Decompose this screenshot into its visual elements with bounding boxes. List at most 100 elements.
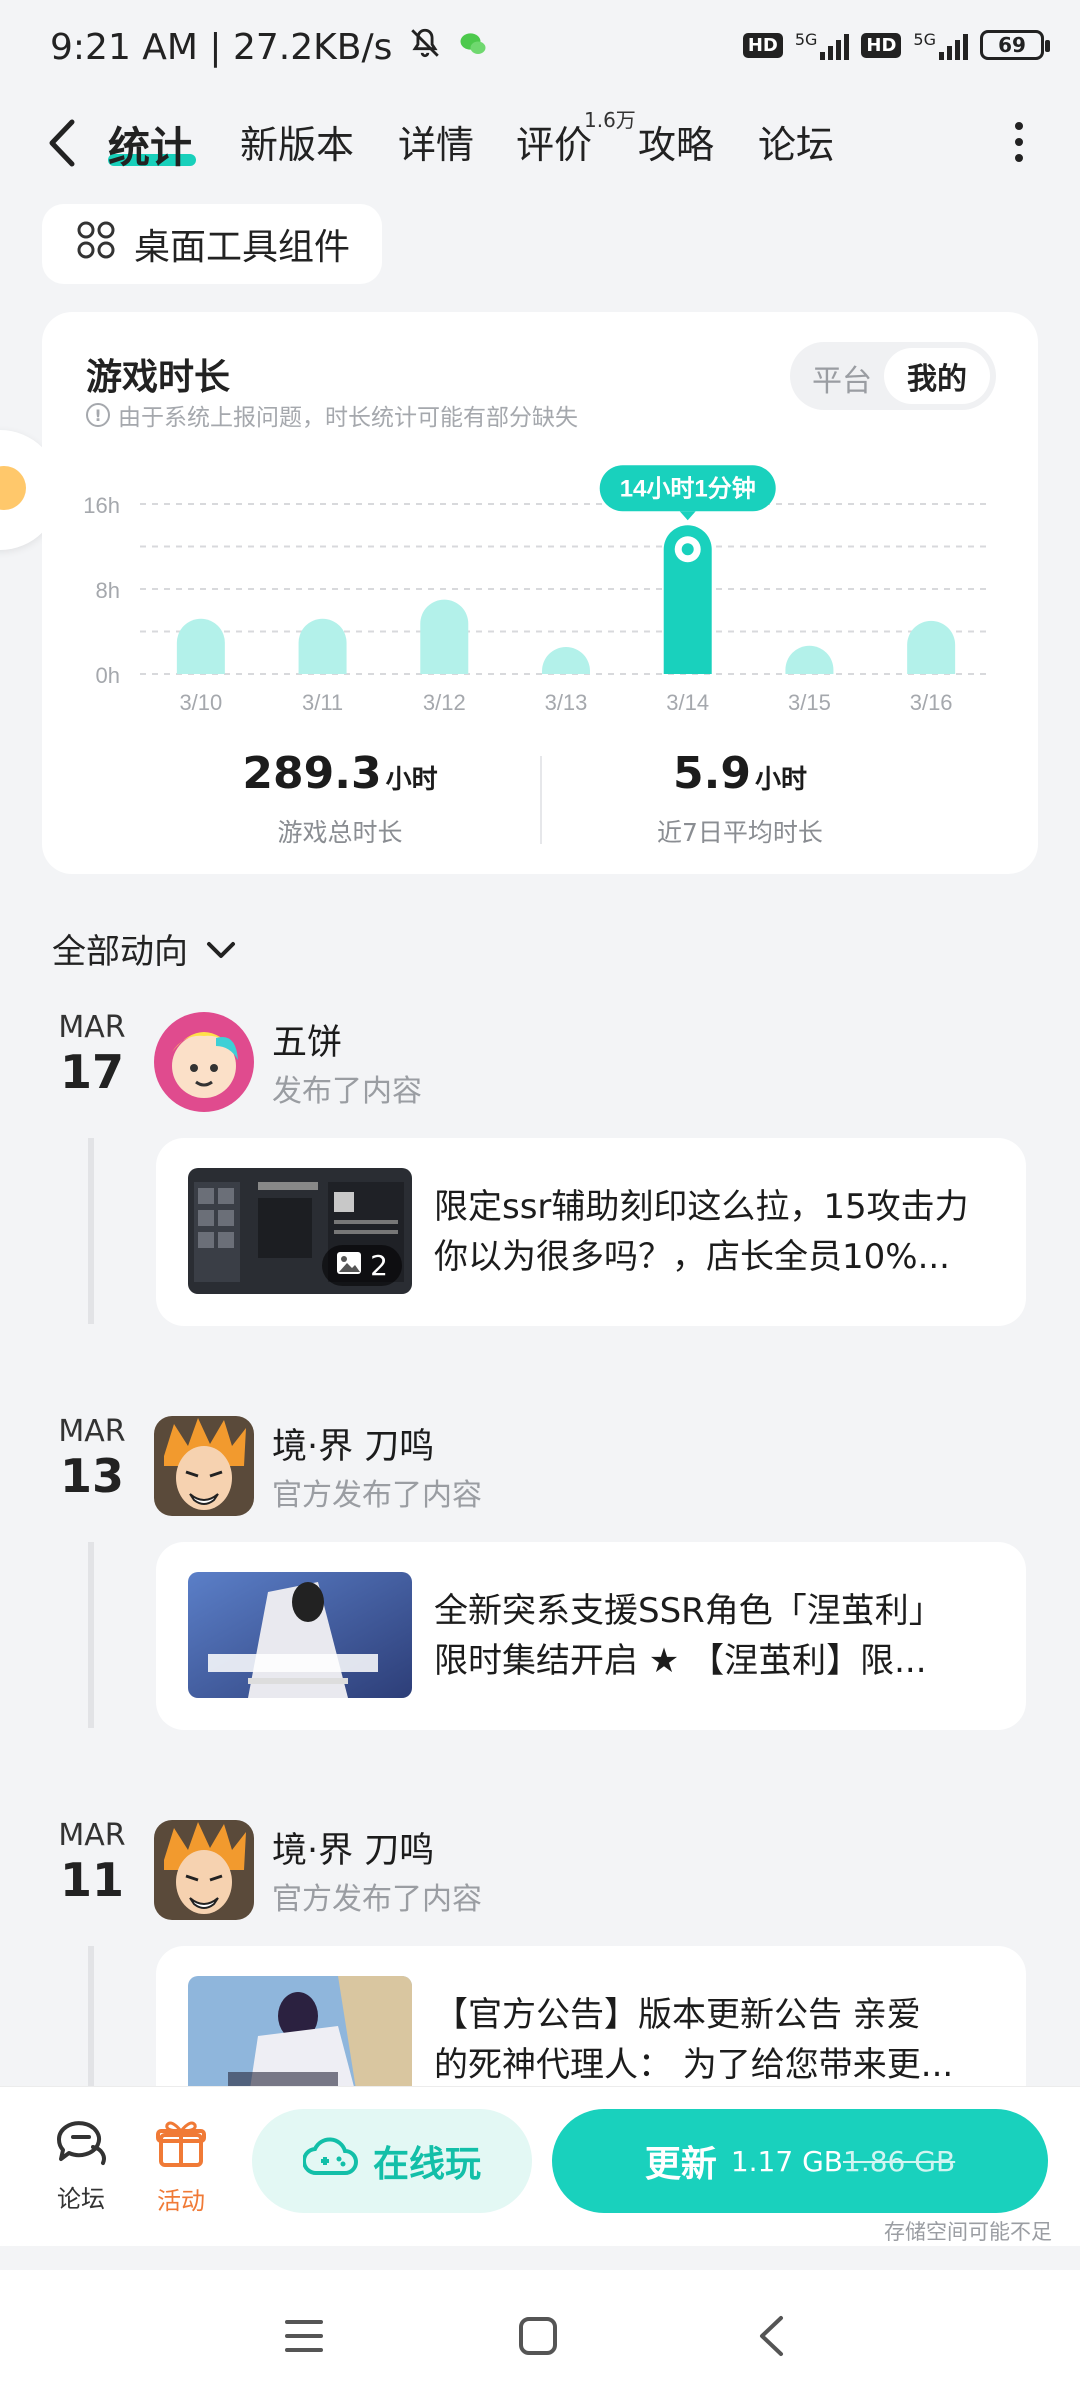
total-playtime: 289.3 小时 游戏总时长 <box>140 748 540 849</box>
feed-date-1: MAR 17 <box>52 1010 132 1099</box>
x-tick-label: 3/14 <box>666 690 709 715</box>
feed-username[interactable]: 五饼 <box>272 1014 342 1065</box>
feed-date-2: MAR 13 <box>52 1414 132 1503</box>
home-icon[interactable] <box>518 2316 558 2360</box>
activity-button[interactable]: 活动 <box>136 2117 226 2216</box>
tab-guides[interactable]: 攻略 <box>638 114 714 169</box>
feed-date-3: MAR 11 <box>52 1818 132 1907</box>
activity-filter-dropdown[interactable]: 全部动向 <box>52 924 236 973</box>
total-playtime-unit: 小时 <box>385 765 438 795</box>
feed-date-month: MAR <box>58 1818 126 1853</box>
recent-apps-icon[interactable] <box>284 2318 324 2358</box>
bar-3-15 <box>785 645 834 674</box>
desktop-widget-label: 桌面工具组件 <box>134 227 351 268</box>
back-icon[interactable] <box>44 118 80 168</box>
x-tick-label: 3/11 <box>302 690 343 715</box>
post-text-line-1: 全新突系支援SSR角色「涅茧利」 <box>434 1591 943 1631</box>
timeline-line <box>88 1946 94 2086</box>
feed-post-card[interactable]: 2 限定ssr辅助刻印这么拉，15攻击力 你以为很多吗？，店长全员10%... <box>156 1138 1026 1326</box>
feed-post-card[interactable]: 全新突系支援SSR角色「涅茧利」 限时集结开启 ★ 【涅茧利】限... <box>156 1542 1026 1730</box>
play-online-button[interactable]: 在线玩 <box>252 2109 532 2213</box>
playtime-note: ! 由于系统上报问题，时长统计可能有部分缺失 <box>86 398 578 432</box>
image-count-badge: 2 <box>322 1245 402 1286</box>
highlight-tooltip-label: 14小时1分钟 <box>620 475 756 502</box>
playtime-bar-chart: 0h 8h 16h 3/10 3/11 3/12 3/13 3/14 14小时1分钟 3/15 3/… <box>83 465 992 715</box>
y-tick-label: 8h <box>96 578 120 603</box>
feed-date-month: MAR <box>58 1010 126 1045</box>
user-avatar-wubing[interactable] <box>154 1012 254 1112</box>
toggle-platform[interactable]: 平台 <box>812 356 872 400</box>
tab-stats[interactable]: 统计 <box>108 114 192 175</box>
feed-action: 官方发布了内容 <box>272 1882 482 1917</box>
tab-new-version[interactable]: 新版本 <box>240 114 354 169</box>
cloud-gamepad-icon <box>301 2137 359 2186</box>
forum-button[interactable]: 论坛 <box>36 2117 126 2214</box>
post-text-line-1: 【官方公告】版本更新公告 亲爱 <box>434 1995 921 2035</box>
update-label: 更新 <box>644 2144 717 2185</box>
feed-date-day: 11 <box>59 1853 124 1907</box>
tab-forum[interactable]: 论坛 <box>758 114 834 169</box>
avg-playtime-value: 5.9 <box>673 748 751 799</box>
feed-date-month: MAR <box>58 1414 126 1449</box>
update-button[interactable]: 更新 1.17 GB 1.86 GB <box>552 2109 1048 2213</box>
desktop-widget-button[interactable]: 桌面工具组件 <box>42 204 382 284</box>
signal-1-icon: 5G <box>795 30 850 60</box>
y-tick-label: 0h <box>96 663 120 688</box>
tab-reviews[interactable]: 评价 <box>516 114 592 169</box>
battery-icon: 69 <box>980 30 1050 60</box>
update-new-size: 1.17 GB <box>730 2144 843 2178</box>
mute-bell-icon <box>408 26 442 69</box>
highlight-tooltip-pointer <box>679 511 696 521</box>
tab-details[interactable]: 详情 <box>398 114 474 169</box>
playtime-title: 游戏时长 <box>86 357 231 398</box>
timeline-line <box>88 1542 94 1728</box>
forum-chat-icon <box>53 2121 109 2173</box>
toggle-mine[interactable]: 我的 <box>884 348 990 404</box>
play-online-label: 在线玩 <box>372 2144 481 2185</box>
x-tick-label: 3/12 <box>423 690 466 715</box>
post-text-line-2: 限时集结开启 ★ 【涅茧利】限... <box>434 1641 927 1681</box>
post-text: 【官方公告】版本更新公告 亲爱 的死神代理人： 为了给您带来更... <box>434 1990 1004 2090</box>
feed-username[interactable]: 境·界 刀鸣 <box>272 1822 434 1873</box>
official-avatar[interactable] <box>154 1820 254 1920</box>
post-text: 全新突系支援SSR角色「涅茧利」 限时集结开启 ★ 【涅茧利】限... <box>434 1586 1004 1686</box>
image-count: 2 <box>370 1249 388 1282</box>
bar-3-10 <box>176 618 225 674</box>
feed-date-day: 13 <box>59 1449 124 1503</box>
status-bar: 9:21 AM | 27.2KB/s HD 5G HD 5G 69 <box>0 0 1080 96</box>
official-avatar[interactable] <box>154 1416 254 1516</box>
chevron-down-icon <box>206 929 236 969</box>
post-text: 限定ssr辅助刻印这么拉，15攻击力 你以为很多吗？，店长全员10%... <box>434 1182 1004 1282</box>
bar-3-11 <box>298 618 347 674</box>
source-toggle[interactable]: 平台 我的 <box>790 342 996 410</box>
system-navigation-bar <box>0 2270 1080 2400</box>
signal-2-icon: 5G <box>913 30 968 60</box>
timeline-line <box>88 1138 94 1324</box>
post-thumbnail: 2 <box>188 1168 412 1294</box>
activity-label: 活动 <box>157 2187 205 2215</box>
hd-icon-2: HD <box>861 32 902 58</box>
playtime-note-text: 由于系统上报问题，时长统计可能有部分缺失 <box>118 405 578 431</box>
storage-warning: 存储空间可能不足 <box>884 2220 1052 2244</box>
forum-label: 论坛 <box>57 2185 105 2213</box>
post-text-line-2: 你以为很多吗？，店长全员10%... <box>434 1237 950 1277</box>
playtime-card: 游戏时长 ! 由于系统上报问题，时长统计可能有部分缺失 平台 我的 0h 8h 16… <box>42 312 1038 874</box>
feed-action: 官方发布了内容 <box>272 1478 482 1513</box>
avg-playtime: 5.9 小时 近7日平均时长 <box>540 748 940 849</box>
feed-username[interactable]: 境·界 刀鸣 <box>272 1418 434 1469</box>
y-tick-label: 16h <box>83 493 120 518</box>
image-icon <box>336 1249 362 1282</box>
feed-date-day: 17 <box>59 1045 124 1099</box>
post-text-line-1: 限定ssr辅助刻印这么拉，15攻击力 <box>434 1187 969 1227</box>
x-tick-label: 3/10 <box>179 690 222 715</box>
x-tick-label: 3/16 <box>910 690 953 715</box>
bar-3-16 <box>907 620 956 674</box>
reviews-count-badge: 1.6万 <box>584 108 636 132</box>
system-back-icon[interactable] <box>756 2314 786 2362</box>
x-tick-label: 3/13 <box>545 690 588 715</box>
activity-filter-label: 全部动向 <box>52 932 188 972</box>
more-options-icon[interactable] <box>1014 122 1024 162</box>
post-text-line-2: 的死神代理人： 为了给您带来更... <box>434 2045 954 2085</box>
feed-action: 发布了内容 <box>272 1074 422 1109</box>
post-thumbnail <box>188 1976 412 2102</box>
